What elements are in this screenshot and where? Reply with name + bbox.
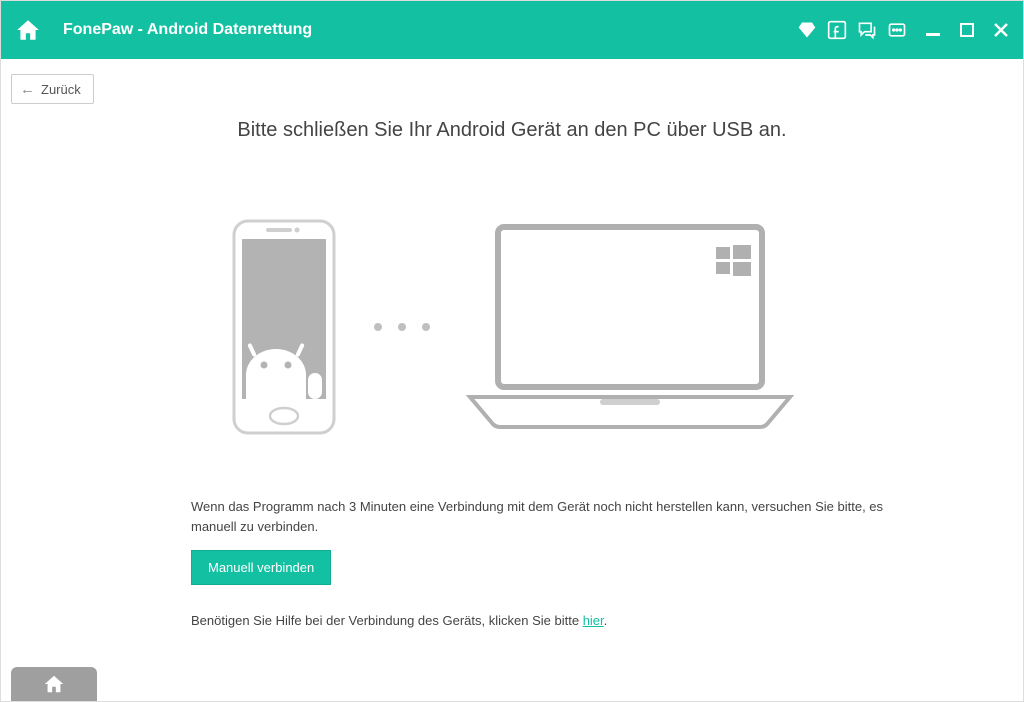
laptop-icon <box>460 217 800 437</box>
minimize-button[interactable] <box>925 22 941 38</box>
more-icon[interactable] <box>887 20 907 40</box>
facebook-icon[interactable] <box>827 20 847 40</box>
help-suffix: . <box>604 613 608 628</box>
help-prefix: Benötigen Sie Hilfe bei der Verbindung d… <box>191 613 583 628</box>
maximize-button[interactable] <box>959 22 975 38</box>
hint-text: Wenn das Programm nach 3 Minuten eine Ve… <box>191 497 923 536</box>
arrow-left-icon: ← <box>20 81 35 98</box>
manual-connect-button[interactable]: Manuell verbinden <box>191 550 331 585</box>
home-icon <box>43 673 65 695</box>
back-button[interactable]: ← Zurück <box>11 74 94 104</box>
diamond-icon[interactable] <box>797 20 817 40</box>
window-controls <box>925 22 1009 38</box>
titlebar-actions <box>797 20 907 40</box>
close-button[interactable] <box>993 22 1009 38</box>
connection-dots <box>374 323 430 331</box>
home-icon[interactable] <box>15 17 41 43</box>
page-heading: Bitte schließen Sie Ihr Android Gerät an… <box>1 119 1023 142</box>
connect-illustration <box>1 217 1023 437</box>
footer-home-tab[interactable] <box>11 667 97 701</box>
help-text: Benötigen Sie Hilfe bei der Verbindung d… <box>191 613 1023 628</box>
app-title: FonePaw - Android Datenrettung <box>63 21 797 39</box>
title-bar: FonePaw - Android Datenrettung <box>1 1 1023 59</box>
back-label: Zurück <box>41 82 81 97</box>
feedback-icon[interactable] <box>857 20 877 40</box>
phone-icon <box>224 217 344 437</box>
help-link[interactable]: hier <box>583 613 604 628</box>
